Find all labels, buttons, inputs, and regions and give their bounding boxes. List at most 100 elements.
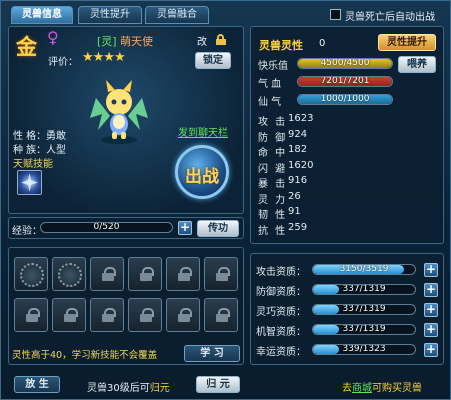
shop-hint: 去商城可购买灵兽 (342, 379, 422, 394)
female-icon: ♀ (47, 28, 59, 47)
skill-slot-locked[interactable] (14, 298, 48, 332)
pet-name: 萌天使 (120, 35, 153, 48)
aptitude-bar: 337/1319 (312, 284, 416, 295)
skill-slot-locked[interactable] (204, 298, 238, 332)
shop-hint-prefix: 去 (342, 383, 352, 394)
rating-label: 评价： (48, 57, 78, 68)
status-bar: 4500/4500 (297, 58, 393, 69)
exp-label: 经验： (12, 226, 42, 237)
tab-pet-info[interactable]: 灵兽信息 (11, 6, 73, 24)
return-hint-link: 归元 (149, 383, 170, 394)
personality-label: 性 格： (13, 131, 47, 142)
skill-hint: 灵性高于40，学习新技能不会覆盖 (12, 350, 158, 361)
bar-label: 快乐值 (258, 61, 288, 72)
aptitude-bar-text: 339/1323 (342, 344, 386, 354)
exp-bar: 0/520 (40, 222, 173, 233)
status-bar-text: 1000/1000 (320, 94, 370, 104)
aptitude-bar-text: 3150/3519 (339, 264, 389, 274)
aptitude-bar: 3150/3519 (312, 264, 416, 275)
stat-value: 259 (288, 221, 308, 233)
tab-pet-fusion[interactable]: 灵兽融合 (145, 6, 209, 24)
return-button[interactable]: 归 元 (196, 376, 240, 393)
exp-bar-text: 0/520 (93, 222, 120, 232)
battle-button-label: 出战 (185, 167, 219, 187)
race-label: 种 族： (13, 145, 47, 156)
stat-label: 防 御 (258, 132, 288, 144)
stat-label: 命 中 (258, 148, 288, 159)
lock-icon (216, 267, 230, 281)
bar-label: 气 血 (258, 79, 282, 90)
empty-slot-icon (20, 263, 44, 287)
status-bar-text: 7201/7201 (320, 76, 370, 86)
stat-value: 1623 (288, 113, 314, 124)
shop-link[interactable]: 商城 (352, 383, 372, 394)
stat-value: 26 (288, 190, 301, 202)
return-hint: 灵兽30级后可归元 (87, 379, 170, 394)
skill-slot-locked[interactable] (166, 298, 200, 332)
lock-icon (178, 267, 192, 281)
battle-button[interactable]: 出战 (175, 145, 229, 199)
aptitude-label: 防御资质： (256, 287, 306, 298)
spirit-upgrade-button[interactable]: 灵性提升 (378, 34, 436, 51)
lock-button[interactable]: 锁定 (195, 52, 231, 69)
stat-label: 灵 力 (258, 194, 288, 206)
auto-battle-checkbox[interactable] (330, 9, 341, 20)
skill-slot-locked[interactable] (90, 257, 124, 291)
aptitude-bar-text: 337/1319 (342, 304, 386, 314)
learn-skill-button[interactable]: 学 习 (184, 345, 240, 362)
personality-value: 勇敢 (46, 131, 66, 142)
stat-value: 182 (288, 144, 308, 155)
rename-button[interactable]: 改 (197, 33, 207, 48)
talent-skill-icon[interactable] (17, 170, 42, 195)
lock-icon (26, 308, 40, 322)
stat-value: 924 (288, 128, 308, 140)
show-in-chat-link[interactable]: 发到聊天栏 (178, 124, 228, 139)
skill-slot-locked[interactable] (204, 257, 238, 291)
aptitude-bar: 339/1323 (312, 344, 416, 355)
aptitude-label: 攻击资质： (256, 267, 306, 278)
release-button[interactable]: 放 生 (14, 376, 60, 393)
feed-button[interactable]: 喂养 (398, 56, 436, 73)
skill-slot-empty[interactable] (52, 257, 86, 291)
lock-icon (140, 267, 154, 281)
race-value: 人型 (46, 145, 66, 156)
lock-icon (216, 308, 230, 322)
talent-skill-label: 天赋技能 (13, 159, 53, 170)
aptitude-plus-button[interactable]: + (424, 283, 438, 297)
pass-skill-button[interactable]: 传功 (197, 220, 239, 237)
spirit-label: 灵兽灵性 (259, 39, 303, 52)
aptitude-bar: 337/1319 (312, 304, 416, 315)
skill-slot-empty[interactable] (14, 257, 48, 291)
spirit-value: 0 (319, 38, 326, 49)
status-bar-text: 4500/4500 (320, 58, 370, 68)
aptitude-plus-button[interactable]: + (424, 343, 438, 357)
status-bar: 1000/1000 (297, 94, 393, 105)
bar-label: 仙 气 (258, 97, 282, 108)
aptitude-label: 灵巧资质： (256, 307, 306, 318)
stat-label: 韧 性 (258, 210, 288, 221)
lock-icon[interactable] (216, 34, 226, 45)
exp-plus-button[interactable]: + (178, 221, 192, 235)
tab-spirit-upgrade[interactable]: 灵性提升 (78, 6, 142, 24)
aptitude-plus-button[interactable]: + (424, 323, 438, 337)
empty-slot-icon (58, 263, 82, 287)
skill-slot-locked[interactable] (128, 298, 162, 332)
skill-slot-locked[interactable] (52, 298, 86, 332)
pet-name-prefix: [灵] (97, 35, 117, 48)
skill-slot-locked[interactable] (90, 298, 124, 332)
aptitude-plus-button[interactable]: + (424, 303, 438, 317)
stat-value: 1620 (288, 159, 314, 171)
stat-label: 攻 击 (258, 117, 288, 128)
aptitude-bar-text: 337/1319 (342, 284, 386, 294)
skill-slot-locked[interactable] (166, 257, 200, 291)
pet-sprite (88, 78, 150, 148)
aptitude-plus-button[interactable]: + (424, 263, 438, 277)
aptitude-label: 机智资质： (256, 327, 306, 338)
lock-icon (102, 267, 116, 281)
aptitude-bar-text: 337/1319 (342, 324, 386, 334)
stat-value: 916 (288, 175, 308, 186)
skill-slot-locked[interactable] (128, 257, 162, 291)
stat-value: 91 (288, 206, 301, 217)
auto-battle-label: 灵兽死亡后自动出战 (345, 12, 435, 23)
return-hint-text: 灵兽30级后可 (87, 383, 150, 394)
